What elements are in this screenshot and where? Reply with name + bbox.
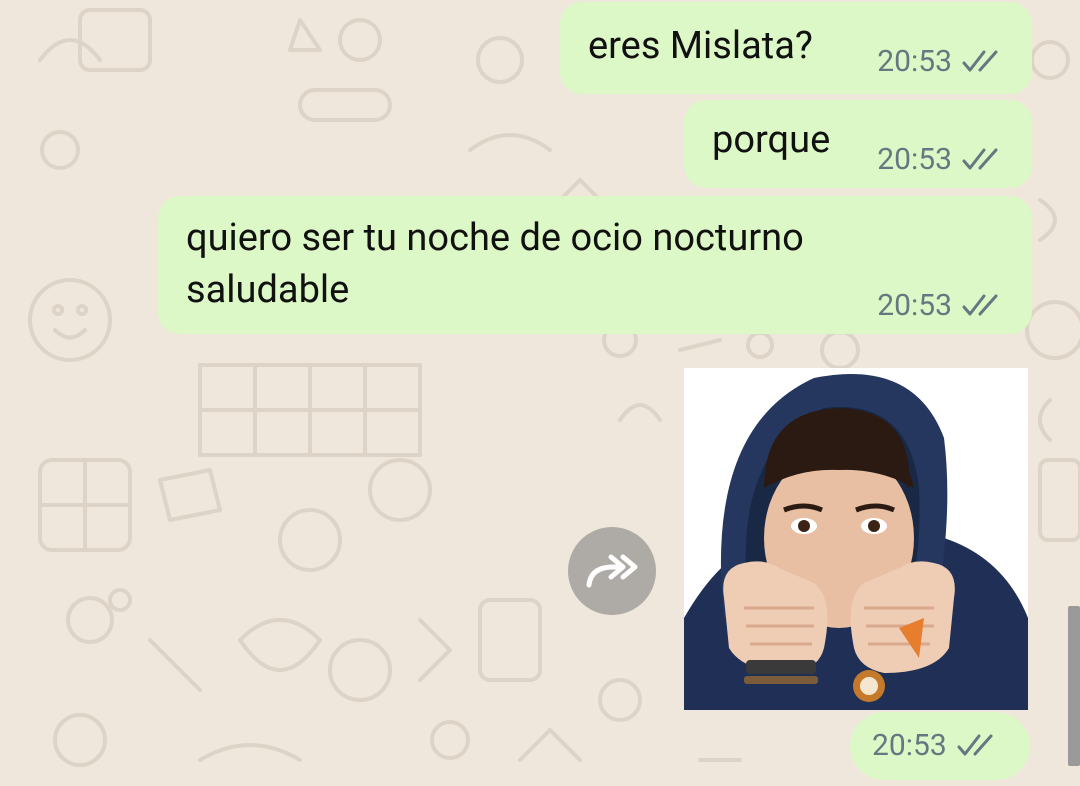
sticker-person-photo xyxy=(684,368,1028,710)
double-check-icon xyxy=(962,50,998,71)
sticker-time-bubble: 20:53 xyxy=(850,712,1030,780)
message-meta: 20:53 xyxy=(877,44,1006,79)
forward-button[interactable] xyxy=(568,527,656,615)
double-check-icon xyxy=(962,148,998,169)
message-bubble-outgoing[interactable]: quiero ser tu noche de ocio nocturno sal… xyxy=(158,196,1032,334)
message-time: 20:53 xyxy=(877,44,952,79)
sticker-image[interactable] xyxy=(684,368,1028,710)
message-text: quiero ser tu noche de ocio nocturno sal… xyxy=(186,216,804,312)
message-meta: 20:53 xyxy=(877,142,1006,177)
message-meta: 20:53 xyxy=(872,728,1001,763)
message-bubble-outgoing[interactable]: porque 20:53 xyxy=(684,100,1032,188)
message-meta: 20:53 xyxy=(877,288,1006,323)
message-time: 20:53 xyxy=(877,142,952,177)
message-bubble-outgoing[interactable]: eres Mislata? 20:53 xyxy=(560,2,1032,94)
message-time: 20:53 xyxy=(877,288,952,323)
message-text: eres Mislata? xyxy=(588,24,813,68)
double-check-icon xyxy=(962,294,998,315)
scrollbar[interactable] xyxy=(1068,606,1080,766)
message-time: 20:53 xyxy=(872,728,947,763)
message-text: porque xyxy=(712,118,831,162)
forward-icon xyxy=(586,554,638,588)
double-check-icon xyxy=(957,734,993,755)
